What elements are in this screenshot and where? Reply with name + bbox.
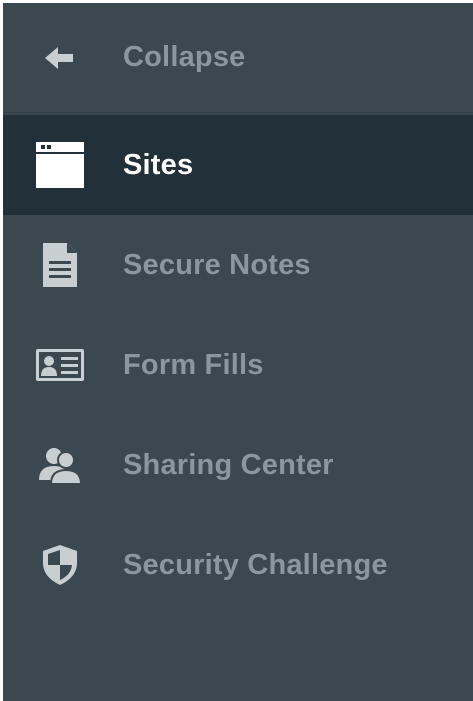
sidebar-item-secure-notes[interactable]: Secure Notes bbox=[3, 215, 473, 315]
id-card-icon bbox=[33, 338, 87, 392]
sidebar-nav: Collapse Sites Secure Notes Form Fills S… bbox=[3, 3, 473, 701]
collapse-label: Collapse bbox=[123, 41, 246, 73]
collapse-button[interactable]: Collapse bbox=[3, 3, 473, 113]
sidebar-item-label: Secure Notes bbox=[123, 248, 311, 281]
users-icon bbox=[33, 438, 87, 492]
sidebar-item-sharing-center[interactable]: Sharing Center bbox=[3, 415, 473, 515]
sidebar-item-sites[interactable]: Sites bbox=[3, 115, 473, 215]
shield-icon bbox=[33, 538, 87, 592]
arrow-left-icon bbox=[33, 31, 87, 85]
sidebar-item-security-challenge[interactable]: Security Challenge bbox=[3, 515, 473, 615]
sidebar-item-label: Security Challenge bbox=[123, 548, 388, 581]
sidebar-item-label: Sharing Center bbox=[123, 448, 334, 481]
sidebar-item-form-fills[interactable]: Form Fills bbox=[3, 315, 473, 415]
document-icon bbox=[33, 238, 87, 292]
browser-window-icon bbox=[33, 138, 87, 192]
sidebar-item-label: Sites bbox=[123, 148, 194, 181]
sidebar-item-label: Form Fills bbox=[123, 348, 264, 381]
